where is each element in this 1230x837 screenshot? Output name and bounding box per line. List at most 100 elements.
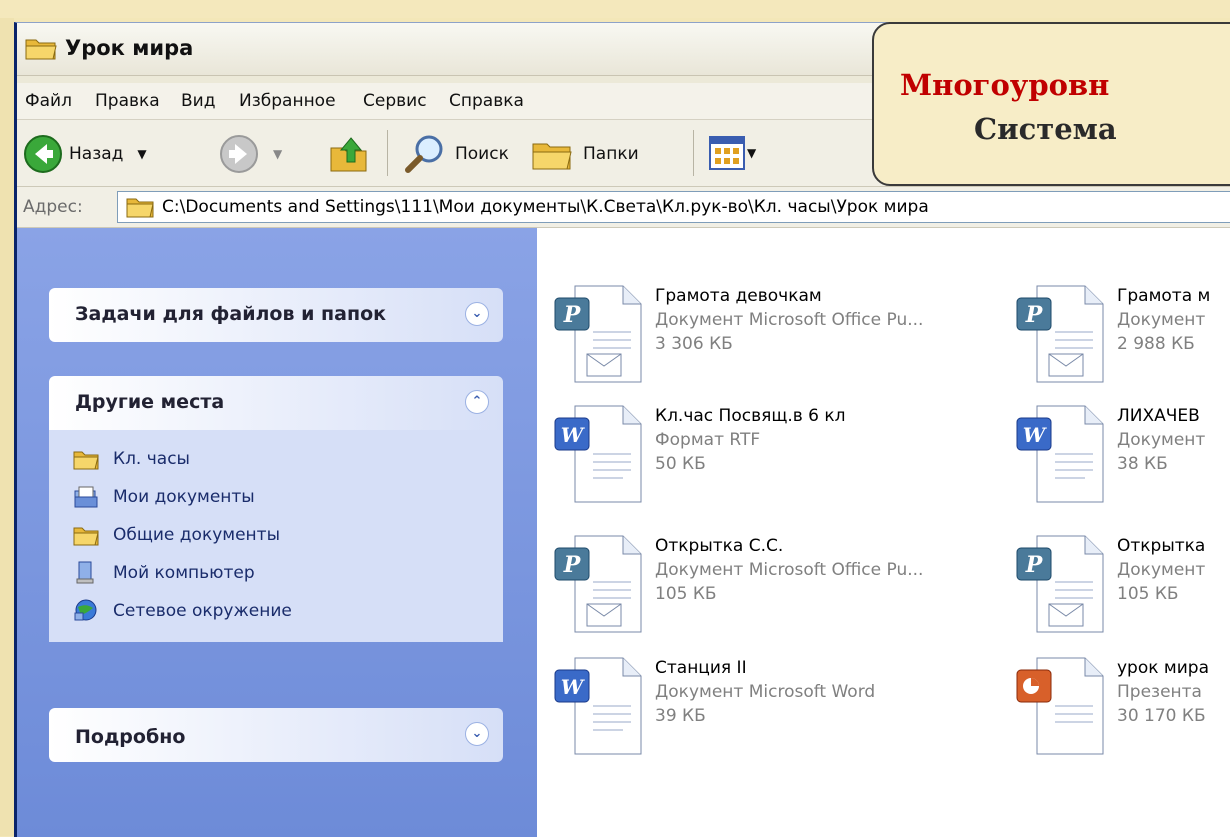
file-item[interactable]: W Станция II Документ Microsoft Word 39 КБ (553, 656, 875, 756)
toolbar-separator (693, 130, 694, 176)
file-item[interactable]: P Грамота девочкам Документ Microsoft Off… (553, 284, 923, 384)
file-item[interactable]: P Грамота м Документ 2 988 КБ (1015, 284, 1210, 384)
folders-icon (532, 143, 572, 170)
other-places-list: Кл. часы Мои документы Общие документы М… (49, 430, 503, 642)
place-link-my-computer[interactable]: Мой компьютер (49, 554, 503, 592)
menu-help[interactable]: Справка (449, 91, 524, 111)
menu-tools[interactable]: Сервис (363, 91, 427, 111)
file-name: Кл.час Посвящ.в 6 кл (655, 406, 846, 426)
publisher-icon: P (554, 535, 642, 633)
other-places-header[interactable]: Другие места ⌃ (49, 376, 503, 430)
back-label: Назад (69, 144, 124, 164)
file-size: 30 170 КБ (1117, 706, 1206, 726)
views-button[interactable]: ▼ (709, 136, 756, 170)
menu-edit[interactable]: Правка (95, 91, 160, 111)
file-name: Станция II (655, 658, 747, 678)
menu-view[interactable]: Вид (181, 91, 215, 111)
menu-favorites[interactable]: Избранное (239, 91, 336, 111)
window-title: Урок мира (65, 36, 194, 60)
address-bar: Адрес: C:\Documents and Settings\111\Мои… (17, 187, 1230, 228)
svg-text:P: P (1025, 302, 1044, 328)
details-panel: Подробно ⌄ (49, 708, 503, 762)
place-link-shared-documents[interactable]: Общие документы (49, 516, 503, 554)
menu-file[interactable]: Файл (25, 91, 72, 111)
file-item[interactable]: W Кл.час Посвящ.в 6 кл Формат RTF 50 КБ (553, 404, 846, 504)
task-pane: Задачи для файлов и папок ⌄ Другие места… (17, 228, 537, 837)
publisher-icon: P (554, 285, 642, 383)
folder-open-icon (25, 35, 57, 65)
file-item[interactable]: P Открытка Документ 105 КБ (1015, 534, 1205, 634)
publisher-icon: P (1016, 285, 1104, 383)
other-places-panel: Другие места ⌃ Кл. часы Мои документы Об… (49, 376, 503, 642)
my-documents-icon (74, 486, 98, 508)
word-icon: W (554, 657, 642, 755)
file-size: 2 988 КБ (1117, 334, 1195, 354)
views-dropdown-icon[interactable]: ▼ (747, 146, 756, 160)
file-size: 50 КБ (655, 454, 706, 474)
slide-callout-box: Многоуровн Система (872, 22, 1230, 186)
powerpoint-icon (1016, 657, 1104, 755)
svg-text:P: P (563, 302, 582, 328)
address-path: C:\Documents and Settings\111\Мои докуме… (162, 197, 929, 217)
file-name: Открытка (1117, 536, 1206, 556)
file-type: Документ (1117, 430, 1206, 450)
toolbar-separator (387, 130, 388, 176)
views-icon (709, 136, 745, 170)
file-type: Документ (1117, 310, 1206, 330)
place-link-class-hours[interactable]: Кл. часы (49, 440, 503, 478)
forward-arrow-icon (220, 135, 258, 173)
expand-chevron-icon[interactable]: ⌄ (465, 722, 489, 746)
folder-icon (73, 527, 99, 546)
slide-background-top (0, 0, 1230, 18)
file-size: 3 306 КБ (655, 334, 733, 354)
callout-line-1: Многоуровн (900, 68, 1110, 102)
place-label: Мои документы (113, 487, 255, 507)
place-link-network[interactable]: Сетевое окружение (49, 592, 503, 630)
file-item[interactable]: P Открытка С.С. Документ Microsoft Office… (553, 534, 923, 634)
up-folder-button[interactable] (327, 132, 371, 176)
place-label: Мой компьютер (113, 563, 255, 583)
file-item[interactable]: W ЛИХАЧЕВ Документ 38 КБ (1015, 404, 1205, 504)
publisher-icon: P (1016, 535, 1104, 633)
up-folder-icon (330, 137, 367, 172)
place-label: Сетевое окружение (113, 601, 292, 621)
folders-button[interactable]: Папки (531, 132, 639, 176)
tasks-panel: Задачи для файлов и папок ⌄ (49, 288, 503, 342)
computer-icon (76, 561, 94, 584)
back-arrow-icon (24, 135, 62, 173)
svg-text:P: P (1025, 552, 1044, 578)
details-panel-title: Подробно (75, 726, 186, 748)
file-type: Документ Microsoft Word (655, 682, 876, 702)
place-label: Кл. часы (113, 449, 190, 469)
file-item[interactable]: урок мира Презента 30 170 КБ (1015, 656, 1209, 756)
file-type: Формат RTF (655, 430, 761, 450)
details-panel-header[interactable]: Подробно ⌄ (49, 708, 503, 762)
place-link-my-documents[interactable]: Мои документы (49, 478, 503, 516)
folder-icon (73, 451, 99, 470)
file-name: Открытка С.С. (655, 536, 784, 556)
svg-text:W: W (1023, 423, 1048, 447)
word-icon: W (554, 405, 642, 503)
word-icon: W (1016, 405, 1104, 503)
forward-button[interactable]: ▼ (219, 134, 282, 174)
expand-chevron-icon[interactable]: ⌄ (465, 302, 489, 326)
file-type: Документ Microsoft Office Pu... (655, 310, 924, 330)
file-size: 39 КБ (655, 706, 706, 726)
file-name: Грамота м (1117, 286, 1211, 306)
other-places-title: Другие места (75, 391, 225, 413)
network-icon (74, 599, 97, 621)
svg-text:P: P (563, 552, 582, 578)
file-size: 105 КБ (1117, 584, 1179, 604)
collapse-chevron-icon[interactable]: ⌃ (465, 390, 489, 414)
back-button[interactable]: Назад ▼ (23, 134, 147, 174)
back-dropdown-icon[interactable]: ▼ (137, 147, 146, 161)
file-type: Презента (1117, 682, 1202, 702)
svg-text:W: W (561, 423, 586, 447)
tasks-panel-header[interactable]: Задачи для файлов и папок ⌄ (49, 288, 503, 342)
search-button[interactable]: Поиск (403, 132, 509, 176)
forward-dropdown-icon[interactable]: ▼ (273, 147, 282, 161)
address-input[interactable]: C:\Documents and Settings\111\Мои докуме… (117, 191, 1230, 223)
tasks-panel-title: Задачи для файлов и папок (75, 303, 387, 325)
file-type: Документ (1117, 560, 1206, 580)
folders-label: Папки (583, 144, 639, 164)
